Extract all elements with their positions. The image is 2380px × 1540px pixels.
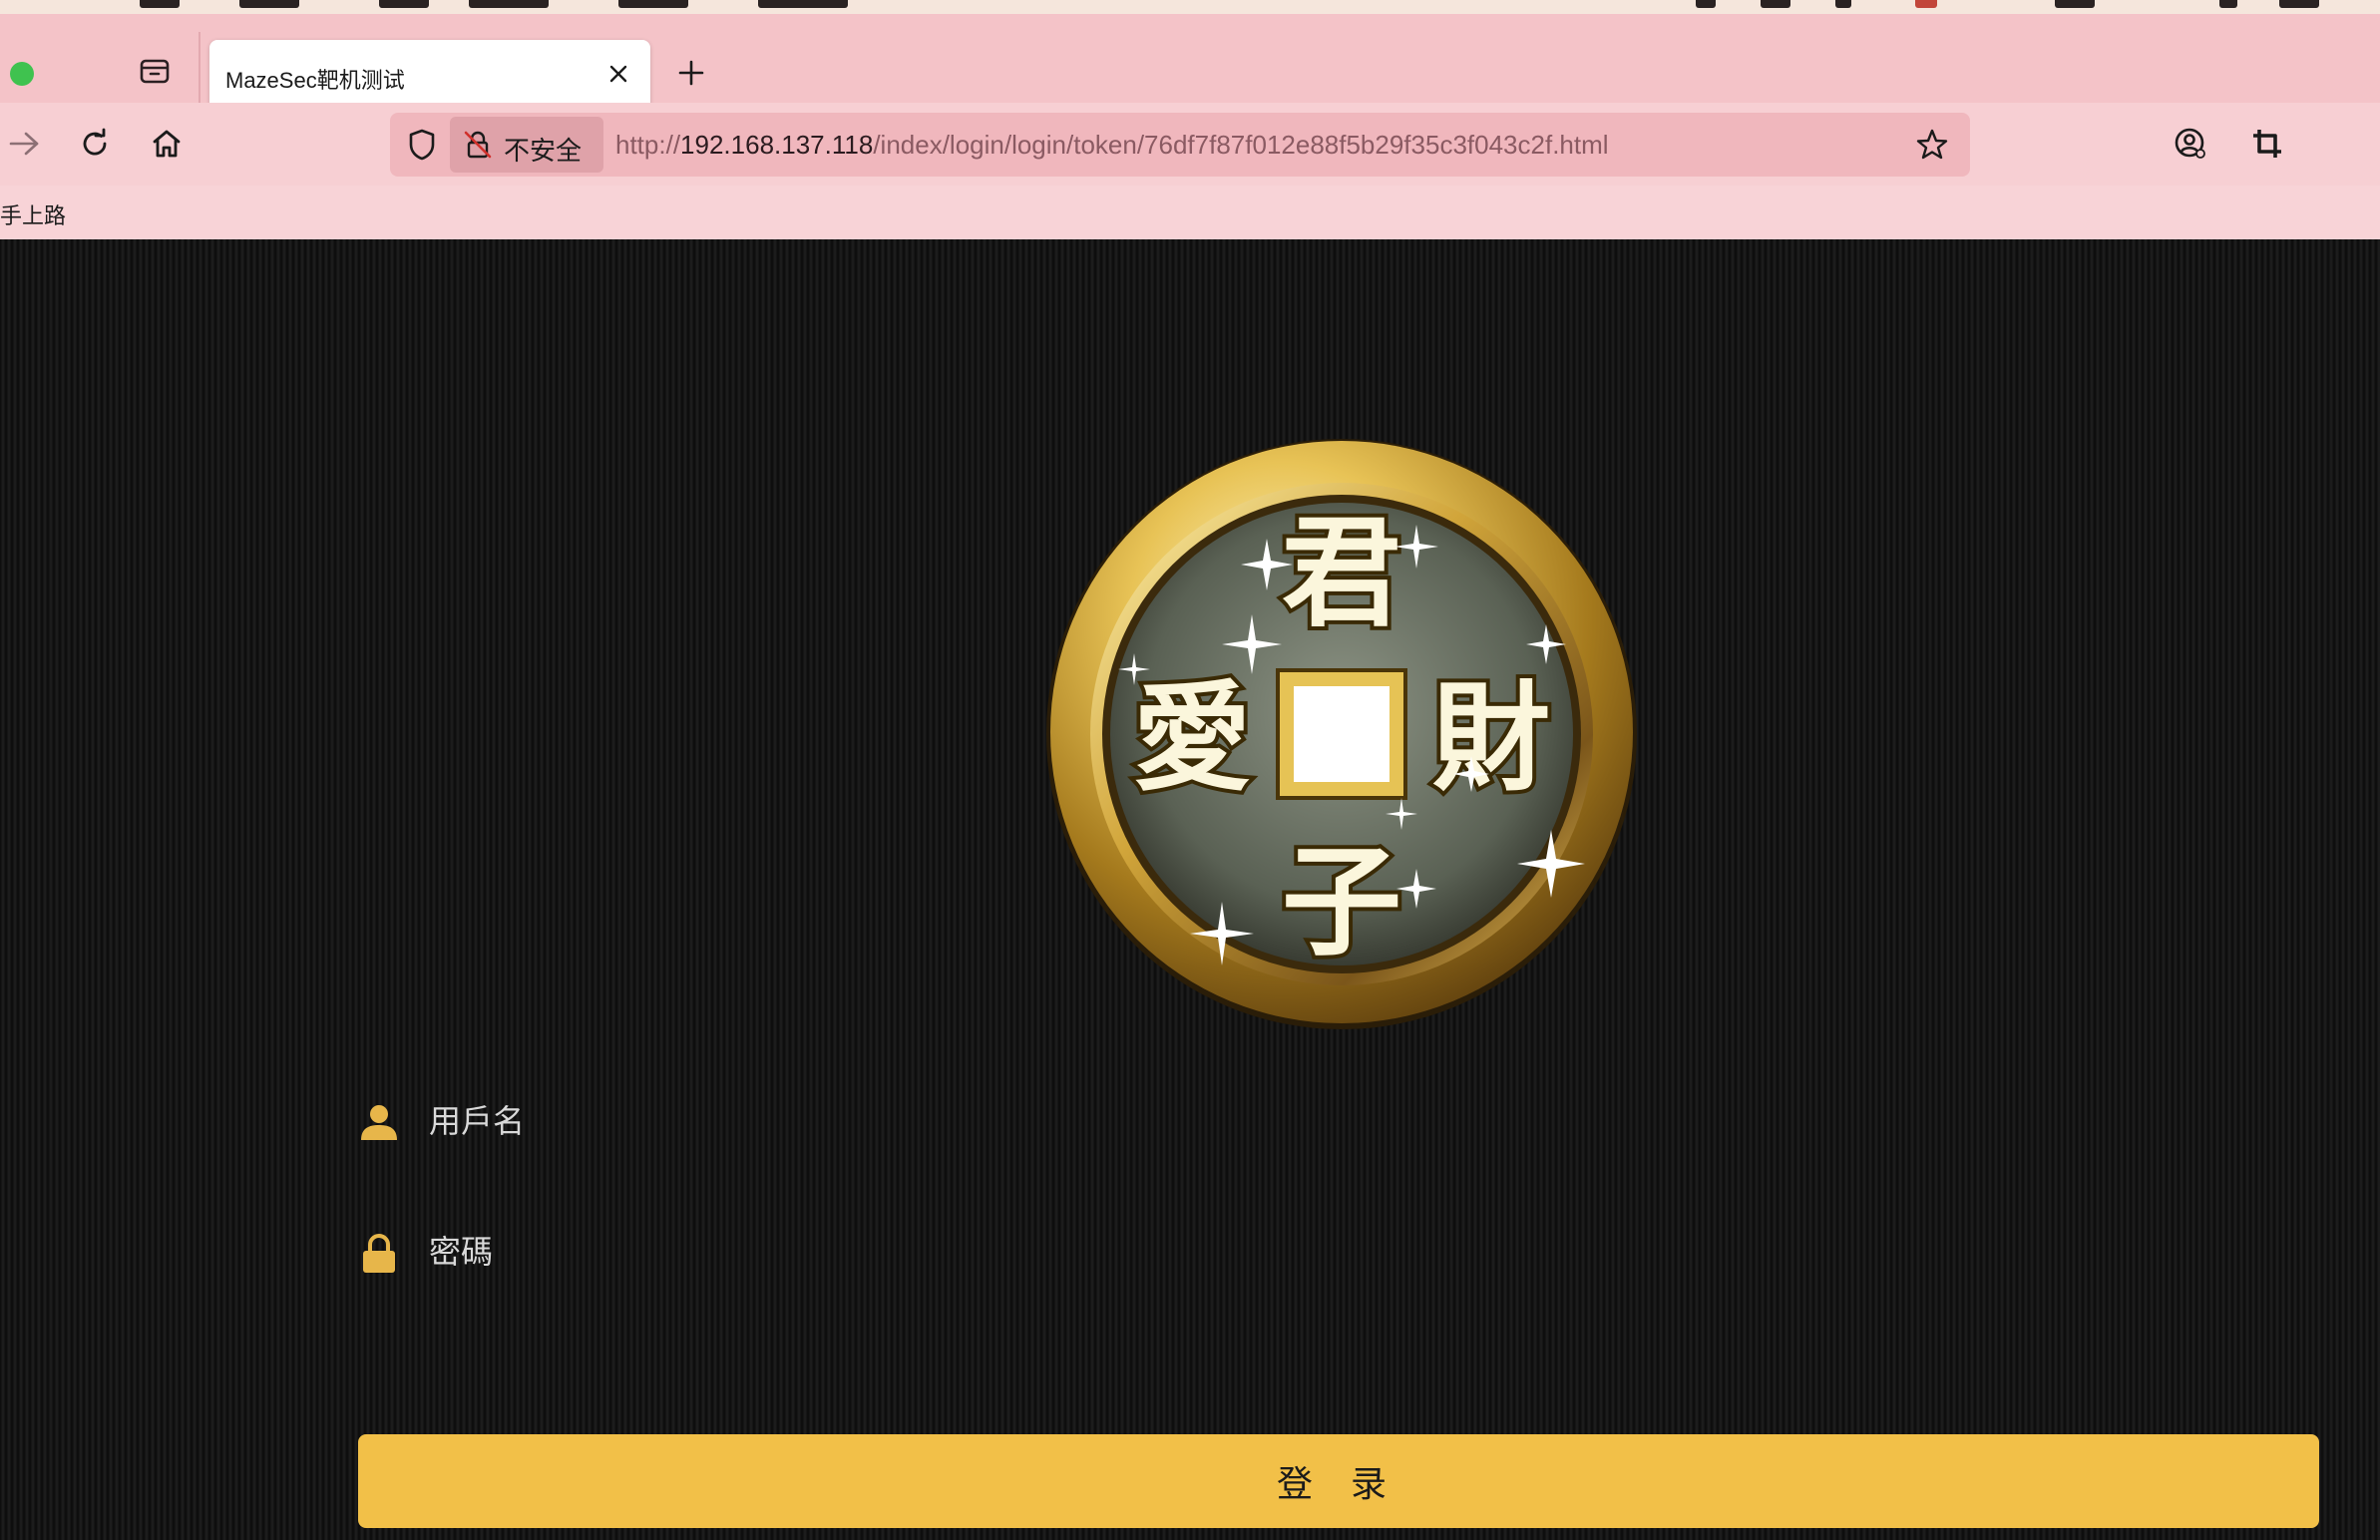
url-host: 192.168.137.118 [680,130,874,160]
navigation-toolbar: 不安全 http://192.168.137.118/index/login/l… [0,103,2380,186]
bookmark-star-icon[interactable] [1914,127,1950,163]
tab-title: MazeSec靶机测试 [225,68,405,93]
coin-char-bottom: 子 [1282,832,1401,972]
tab-bar: MazeSec靶机测试 [0,14,2380,114]
coin-char-right: 財 [1432,668,1550,807]
username-input[interactable] [427,1090,2326,1152]
tab-active[interactable]: MazeSec靶机测试 [209,40,650,110]
tab-separator [198,32,200,114]
url-text[interactable]: http://192.168.137.118/index/login/login… [615,130,1609,161]
url-scheme: http:// [615,130,681,160]
password-field [355,1203,2350,1299]
close-icon[interactable] [604,60,632,88]
username-field [355,1072,2350,1168]
reload-icon[interactable] [75,124,115,164]
coin-logo: 君 愛 財 子 [1042,435,1641,1033]
home-icon[interactable] [147,124,187,164]
password-input[interactable] [427,1221,2326,1283]
login-page: 君 愛 財 子 用戶名 登 录 [0,239,2380,1540]
coin-char-top: 君 [1282,503,1401,643]
insecure-lock-icon [464,131,492,159]
login-button[interactable]: 登 录 [358,1434,2319,1528]
crop-screenshot-icon[interactable] [2247,124,2287,164]
insecure-label: 不安全 [504,136,583,166]
site-insecure-indicator[interactable]: 不安全 [450,117,603,173]
forward-arrow-icon[interactable] [4,124,44,164]
lock-icon [363,1234,395,1273]
new-tab-icon[interactable] [674,56,708,90]
bookmark-item[interactable]: 手上路 [0,198,66,230]
url-path: /index/login/login/token/76df7f87f012e88… [873,130,1609,160]
shield-icon[interactable] [404,127,440,163]
account-icon[interactable] [2171,124,2210,164]
bookmarks-toolbar: 手上路 [0,186,2380,239]
user-icon [361,1105,397,1140]
coin-char-left: 愛 [1133,668,1251,807]
tab-list-icon[interactable] [138,54,172,88]
address-bar[interactable]: 不安全 http://192.168.137.118/index/login/l… [390,113,1970,177]
window-zoom-button[interactable] [10,62,34,86]
